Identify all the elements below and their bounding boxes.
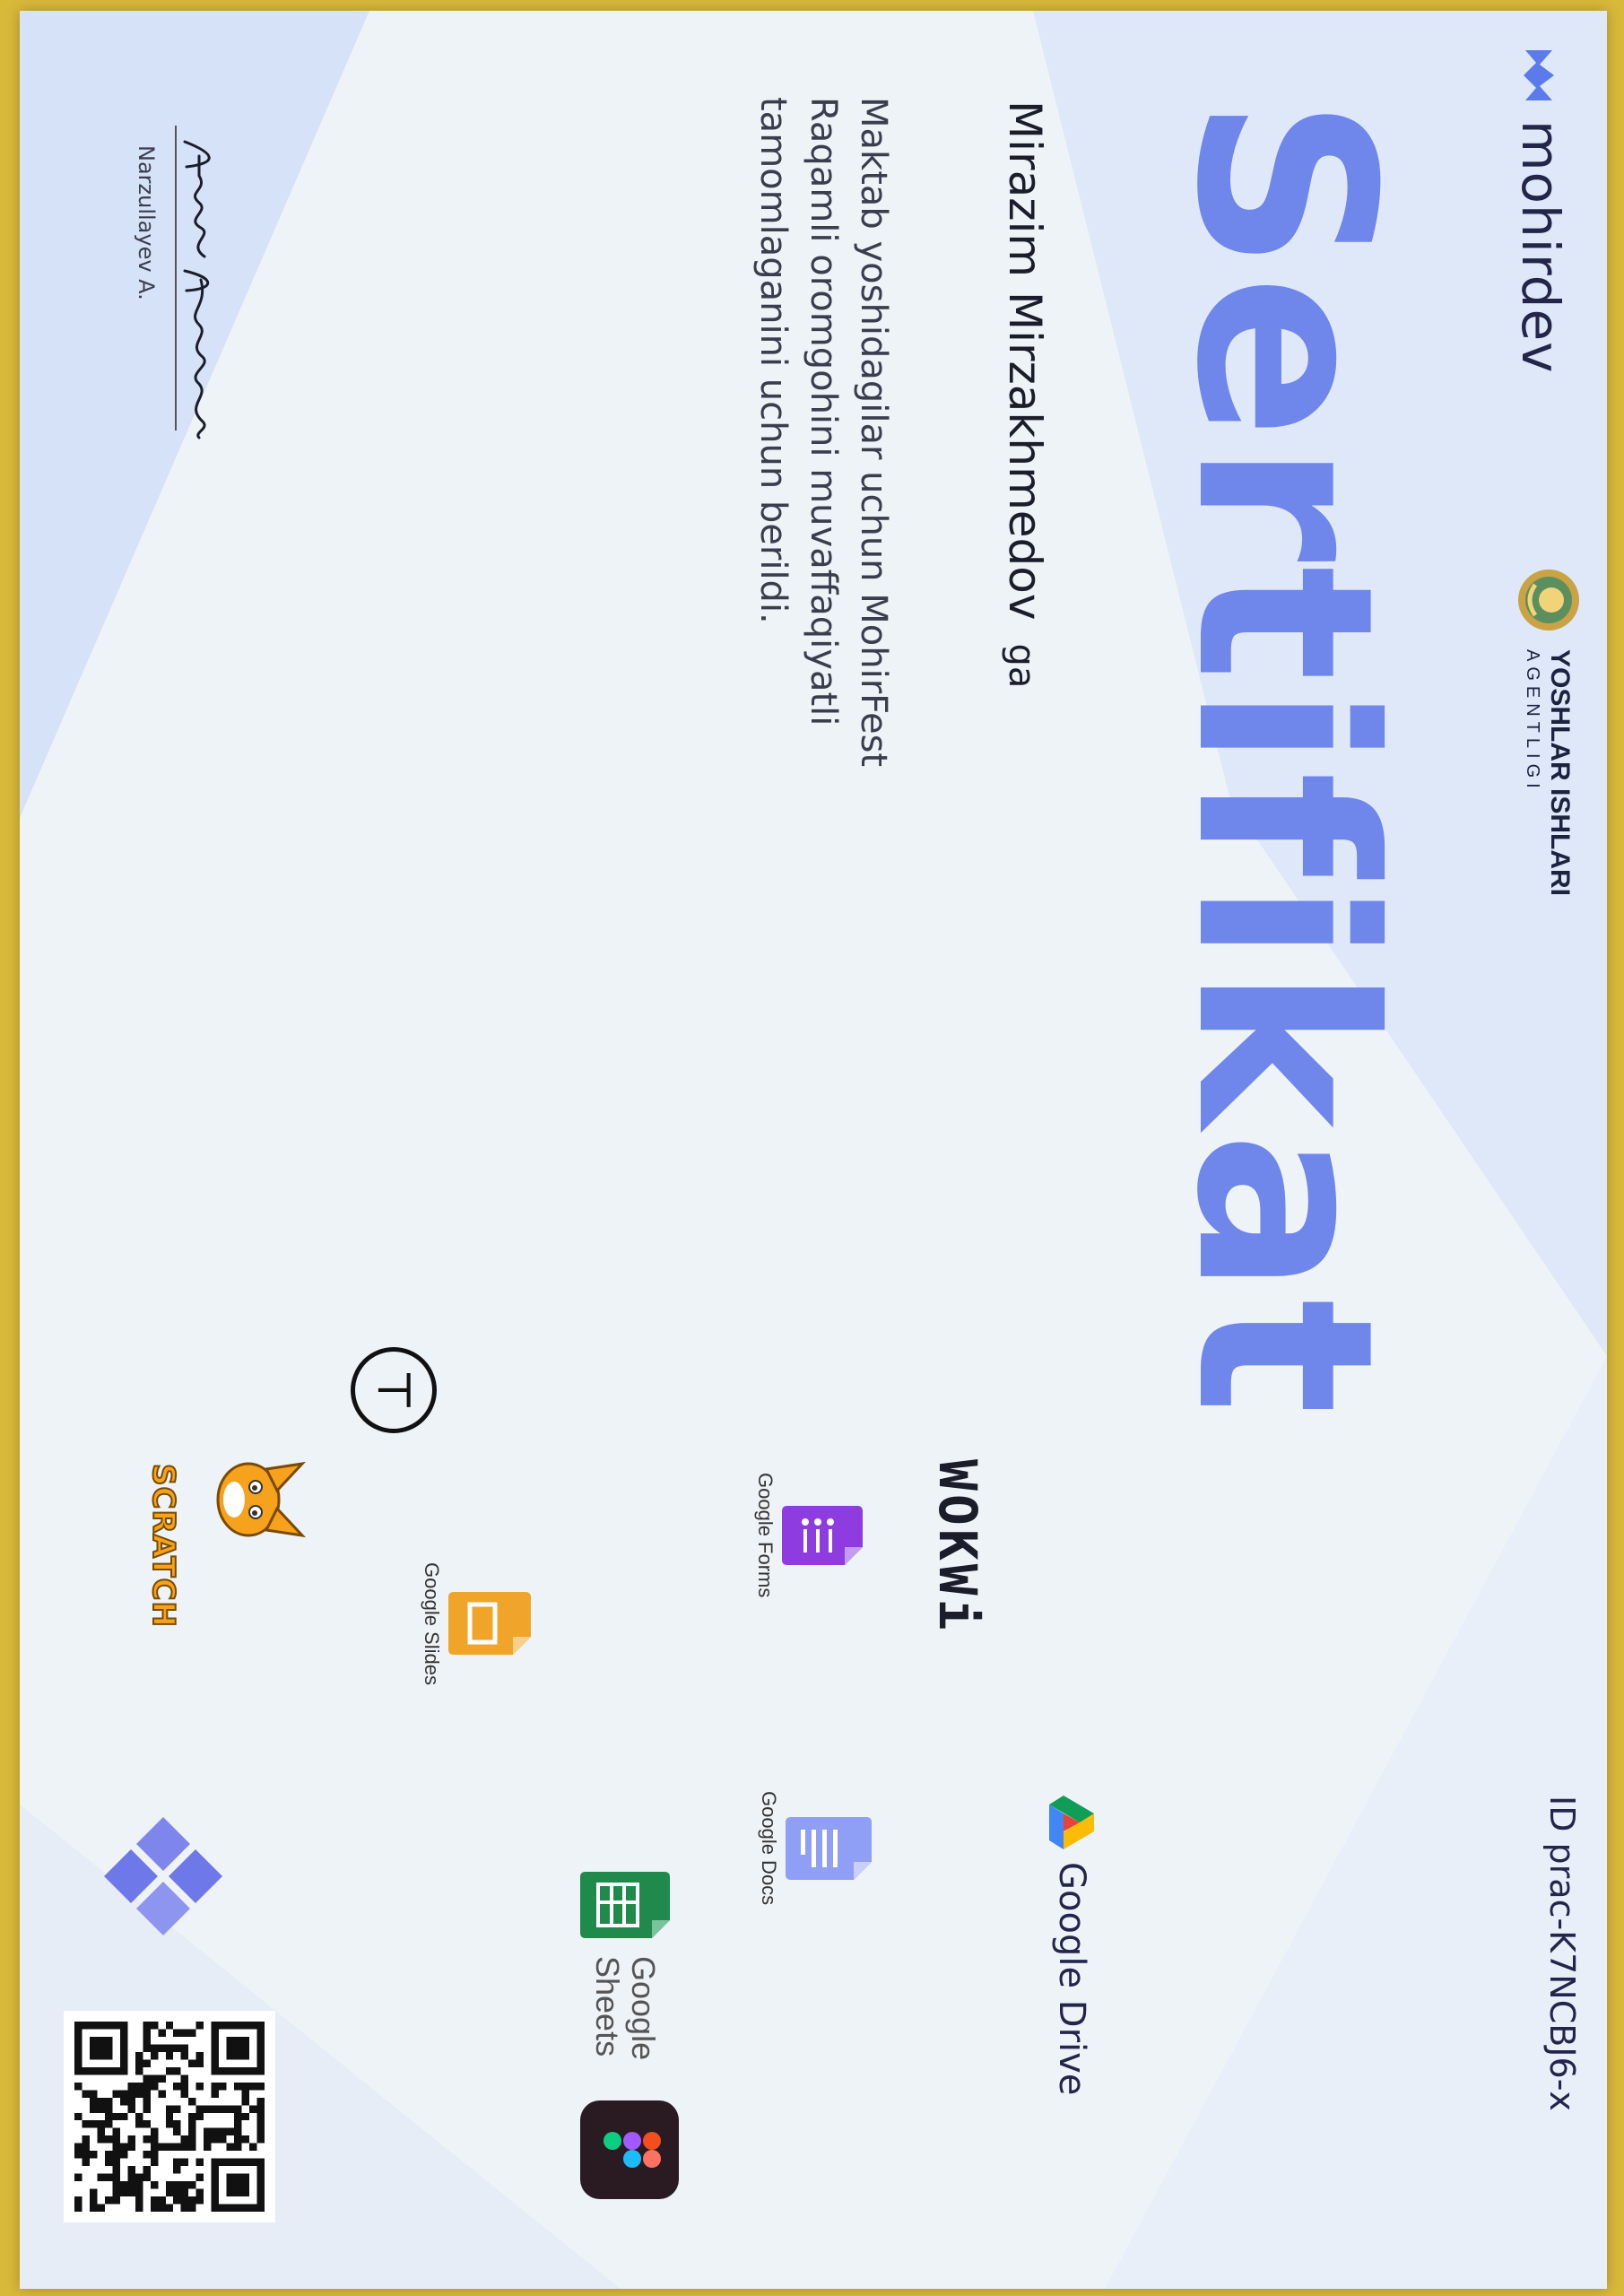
qr-code [64,2011,275,2222]
google-sheets-logo: Google Sheets [580,1872,670,2060]
google-sheets-icon [580,1872,670,1938]
signature-scribble [183,140,211,439]
google-sheets-label-line2: Sheets [589,1956,626,2057]
google-forms-icon [782,1505,863,1565]
google-docs-logo: Google Docs [757,1791,872,1905]
google-slides-label: Google Slides [421,1562,443,1685]
certificate-title: Sertifikat [1143,97,1426,1419]
certificate-id: ID prac-K7NCBJ6-x [1542,1796,1582,2111]
partner-subtitle: AGENTLIGI [1523,649,1543,794]
google-slides-icon [448,1592,531,1656]
qr-code-matrix [74,2022,265,2212]
yoshlar-agency-logo: YOSHLAR ISHLARI AGENTLIGI [1515,567,1582,896]
google-sheets-label-line1: Google [625,1956,662,2061]
recipient-suffix: ga [1001,643,1042,689]
photo-background: mohirdev YOSHLAR ISHLARI AGENTLIGI ID pr… [0,0,1624,2296]
certificate: mohirdev YOSHLAR ISHLARI AGENTLIGI ID pr… [20,11,1607,2289]
mohirdev-logo-icon [1524,50,1554,100]
mohirdev-logo: mohirdev [1510,47,1571,374]
recipient-row: Mirazim Mirzakhmedov ga [999,100,1051,688]
google-forms-label: Google Forms [754,1473,777,1598]
google-docs-icon [786,1816,872,1880]
yoshlar-emblem-icon [1518,570,1579,631]
google-slides-logo: Google Slides [420,1562,531,1685]
signer-name: Narzullayev A. [134,145,159,300]
diamond-cluster [97,1813,226,1939]
wokwi-logo: WOKWi [927,1459,988,1634]
signature-line [175,126,177,430]
mohirdev-logo-text: mohirdev [1510,120,1571,374]
partner-title: YOSHLAR ISHLARI [1545,649,1576,897]
recipient-name: Mirazim Mirzakhmedov [999,100,1051,621]
scratch-label: SCRATCH [144,1463,182,1629]
google-drive-label: Google Drive [1051,1862,1092,2096]
figma-icon [580,2100,679,2199]
google-docs-label: Google Docs [758,1791,780,1906]
handwritten-signature [164,136,226,441]
google-drive-icon [1049,1796,1094,1849]
google-drive-logo: Google Drive [1047,1796,1096,2095]
diamond-cluster-icon [104,1817,222,1935]
google-forms-logo: Google Forms [753,1473,863,1597]
scratch-logo [191,1446,320,1553]
tinkercad-icon: ⊤ [351,1347,437,1433]
scratch-cat-icon [216,1461,307,1538]
figma-logo [577,2100,679,2199]
certificate-description: Maktab yoshidagilar uchun MohirFest Raqa… [752,97,894,768]
